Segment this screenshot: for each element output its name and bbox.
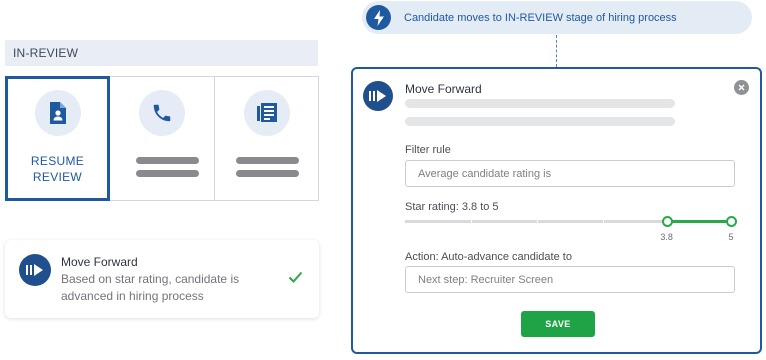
stage-card-resume-review[interactable]: RESUME REVIEW (5, 76, 110, 201)
stage-card-label-line2: REVIEW (32, 170, 83, 184)
star-rating-label: Star rating: 3.8 to 5 (405, 201, 499, 213)
move-forward-panel: Move Forward Filter rule Star rating: 3.… (351, 67, 762, 354)
connector-line (556, 35, 557, 67)
filter-rule-input[interactable] (405, 160, 735, 187)
stage-header: IN-REVIEW (5, 40, 318, 66)
checkmark-icon (288, 270, 303, 288)
phone-icon (139, 90, 185, 136)
slider-tick (603, 220, 604, 223)
document-person-icon (34, 90, 81, 136)
placeholder-bar (236, 170, 299, 177)
slider-tick (537, 220, 538, 223)
filter-rule-label: Filter rule (405, 144, 451, 156)
skeleton-line (405, 99, 675, 108)
move-forward-icon (363, 81, 393, 111)
stage-header-title: IN-REVIEW (13, 46, 79, 60)
stage-card-label-line1: RESUME (30, 154, 85, 168)
slider-handle-max[interactable] (726, 216, 737, 227)
stage-card-phone[interactable] (109, 76, 215, 201)
trigger-text: Candidate moves to IN-REVIEW stage of hi… (404, 12, 677, 24)
placeholder-bar (136, 170, 199, 177)
placeholder-bar (236, 157, 299, 164)
star-rating-slider[interactable]: 3.8 5 (405, 216, 737, 243)
lightning-bolt-icon (366, 5, 391, 30)
slider-max-value: 5 (728, 232, 734, 242)
skeleton-line (405, 117, 675, 126)
stage-card-newspaper[interactable] (214, 76, 319, 201)
close-icon[interactable] (734, 80, 749, 95)
newspaper-icon (243, 90, 290, 136)
action-next-step-input[interactable] (405, 266, 735, 293)
slider-handle-min[interactable] (661, 216, 673, 227)
move-forward-title: Move Forward (61, 255, 138, 269)
stage-card-label: RESUME REVIEW (8, 153, 107, 185)
panel-title: Move Forward (405, 82, 482, 96)
slider-fill (666, 220, 731, 223)
move-forward-notification: Move Forward Based on star rating, candi… (5, 240, 319, 318)
stage-card-list: RESUME REVIEW (5, 76, 319, 201)
move-forward-icon (19, 254, 51, 286)
move-forward-description: Based on star rating, candidate is advan… (61, 272, 240, 303)
slider-min-value: 3.8 (660, 232, 673, 242)
trigger-pill: Candidate moves to IN-REVIEW stage of hi… (362, 1, 752, 34)
slider-tick (471, 220, 472, 223)
placeholder-bar (136, 157, 199, 164)
action-label: Action: Auto-advance candidate to (405, 251, 572, 263)
save-button[interactable]: SAVE (521, 311, 595, 337)
